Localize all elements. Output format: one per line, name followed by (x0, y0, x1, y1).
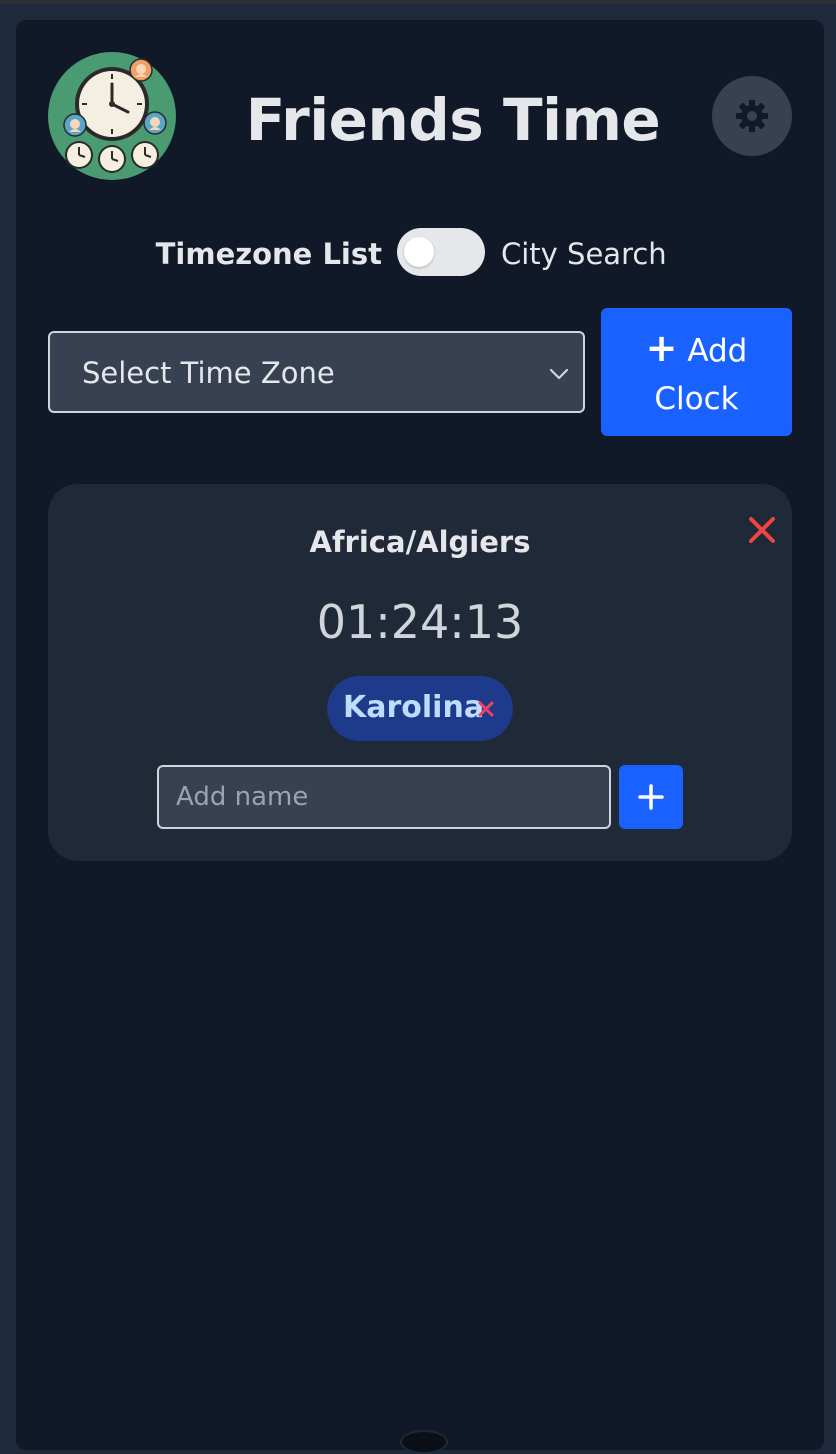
scroll-indicator (400, 1430, 448, 1454)
city-search-label: City Search (501, 237, 667, 271)
friend-chip: Karolina (327, 676, 513, 741)
plus-icon: + (645, 326, 678, 370)
clock-time: 01:24:13 (316, 595, 524, 649)
clock-friends-logo-icon (48, 52, 176, 180)
add-clock-label-line1: + Add (645, 326, 748, 370)
remove-clock-button[interactable] (744, 512, 780, 548)
add-clock-button[interactable]: + Add Clock (601, 308, 792, 436)
timezone-select[interactable]: Select Time Zone (48, 331, 585, 413)
mode-toggle-switch[interactable] (397, 228, 485, 276)
settings-button[interactable] (712, 76, 792, 156)
add-name-button[interactable] (619, 765, 683, 829)
clock-zone-name: Africa/Algiers (309, 525, 531, 559)
timezone-list-label: Timezone List (155, 237, 382, 271)
app-title: Friends Time (245, 86, 661, 154)
friend-chip-label: Karolina (343, 690, 485, 725)
chevron-down-icon (549, 365, 569, 384)
close-icon (744, 517, 780, 552)
remove-friend-button[interactable] (475, 698, 497, 720)
toggle-knob (404, 237, 434, 267)
clock-card: Africa/Algiers 01:24:13 Karolina (48, 484, 792, 861)
add-clock-label-line2: Clock (654, 381, 739, 417)
timezone-select-value: Select Time Zone (82, 356, 335, 390)
window-top-edge (0, 0, 836, 4)
add-name-input[interactable] (157, 765, 611, 829)
